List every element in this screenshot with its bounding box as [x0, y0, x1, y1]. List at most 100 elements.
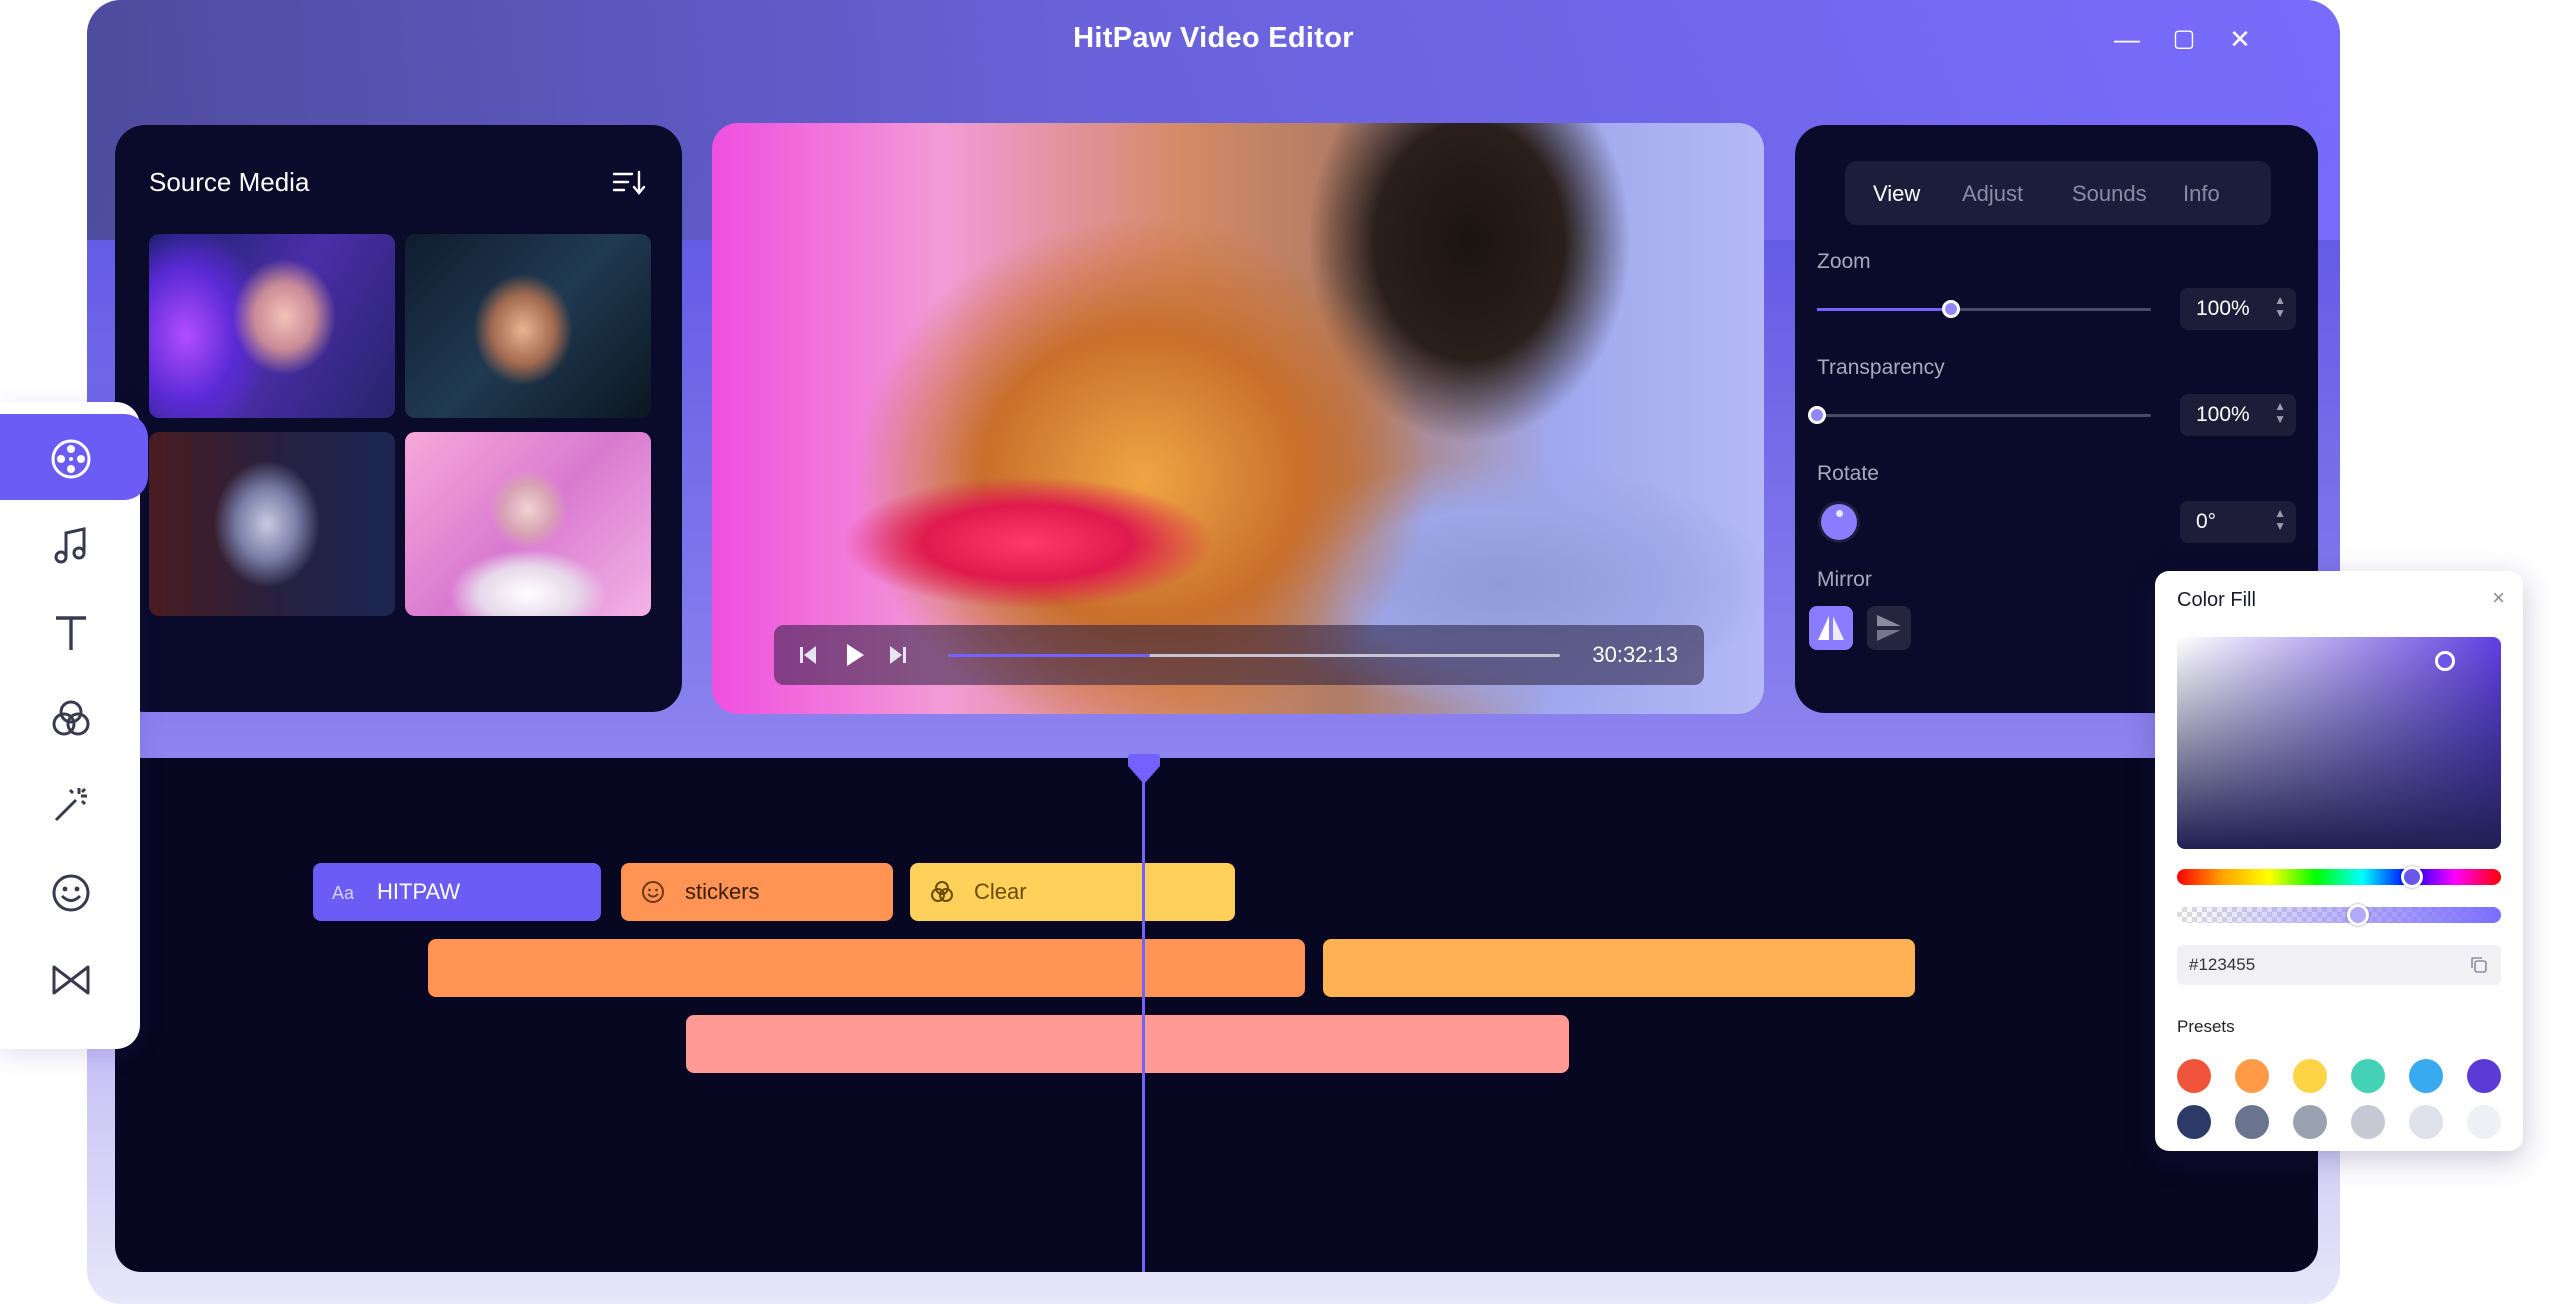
media-tool[interactable]: [0, 414, 148, 500]
hex-input[interactable]: #123455: [2177, 945, 2501, 985]
filter-tool[interactable]: [0, 674, 140, 760]
minimize-button[interactable]: —: [2112, 24, 2142, 54]
playback-time: 30:32:13: [1592, 642, 1678, 667]
preset-swatch[interactable]: [2467, 1105, 2501, 1139]
transitions-tool[interactable]: [0, 935, 140, 1021]
bowtie-icon: [52, 965, 90, 995]
filter-circles-icon: [52, 700, 90, 736]
left-toolbar: [0, 402, 148, 1049]
zoom-value-field[interactable]: 100% ▲ ▼: [2180, 288, 2296, 330]
tab-info[interactable]: Info: [2183, 181, 2220, 207]
zoom-label: Zoom: [1817, 250, 1871, 273]
thumbnail-man-glasses[interactable]: [405, 234, 651, 418]
playback-progress-track[interactable]: [948, 654, 1560, 657]
tab-adjust[interactable]: Adjust: [1962, 181, 2023, 207]
zoom-stepper[interactable]: ▲ ▼: [2274, 294, 2286, 320]
film-reel-icon: [51, 439, 91, 479]
hex-value: #123455: [2189, 955, 2256, 974]
transparency-value: 100%: [2196, 403, 2250, 426]
step-forward-icon[interactable]: [882, 641, 910, 669]
hue-slider-knob[interactable]: [2401, 866, 2423, 888]
saturation-value-knob[interactable]: [2435, 651, 2455, 671]
preset-swatch[interactable]: [2235, 1105, 2269, 1139]
rotate-value: 0°: [2196, 510, 2217, 533]
opacity-slider-knob[interactable]: [2347, 904, 2369, 926]
playback-progress-fill: [948, 654, 1150, 657]
transparency-label: Transparency: [1817, 356, 1945, 379]
mirror-label: Mirror: [1817, 568, 1872, 591]
audio-tool[interactable]: [0, 501, 140, 587]
sticker-clip[interactable]: stickers: [621, 863, 893, 921]
stickers-tool[interactable]: [0, 848, 140, 934]
music-note-icon: [54, 527, 86, 564]
transparency-slider[interactable]: [1808, 406, 2151, 424]
hue-slider[interactable]: [2177, 866, 2501, 888]
effects-tool[interactable]: [0, 760, 140, 846]
source-media-panel: Source Media: [115, 125, 682, 712]
preset-swatch[interactable]: [2467, 1059, 2501, 1093]
timeline-panel: Aa HITPAW stickers Clear: [115, 758, 2318, 1272]
transparency-stepper[interactable]: ▲ ▼: [2274, 400, 2286, 426]
sticker-clip-label: stickers: [685, 879, 760, 904]
tab-view[interactable]: View: [1873, 181, 1920, 207]
zoom-slider-knob[interactable]: [1941, 300, 1960, 318]
mirror-horizontal-icon[interactable]: [1809, 606, 1853, 650]
sticker-face-icon: [52, 874, 90, 912]
thumbnail-pink-woman[interactable]: [405, 432, 651, 616]
color-fill-close-icon[interactable]: ×: [2492, 585, 2505, 611]
text-clip-label: HITPAW: [377, 879, 461, 904]
properties-tabs: View Adjust Sounds Info: [1845, 161, 2271, 225]
zoom-slider-fill: [1817, 308, 1951, 311]
color-fill-title: Color Fill: [2177, 589, 2256, 611]
video-preview[interactable]: 30:32:13: [712, 123, 1764, 714]
filter-clip[interactable]: Clear: [910, 863, 1235, 921]
rotate-dial[interactable]: [1821, 504, 1857, 540]
color-fill-popup: Color Fill × #123455 Presets: [2155, 571, 2523, 1151]
close-button[interactable]: ✕: [2225, 24, 2255, 54]
transparency-slider-knob[interactable]: [1808, 406, 1826, 424]
filter-icon: [931, 881, 953, 902]
preset-swatch[interactable]: [2351, 1105, 2385, 1139]
video-track-clip-2[interactable]: [1323, 939, 1915, 997]
saturation-value-picker[interactable]: [2177, 637, 2501, 849]
copy-icon[interactable]: [2469, 955, 2489, 975]
transparency-value-field[interactable]: 100% ▲ ▼: [2180, 394, 2296, 436]
mirror-vertical-icon[interactable]: [1867, 606, 1911, 650]
filter-clip-label: Clear: [974, 879, 1027, 904]
preset-swatch[interactable]: [2235, 1059, 2269, 1093]
text-clip[interactable]: Aa HITPAW: [313, 863, 601, 921]
svg-text:Aa: Aa: [332, 883, 355, 903]
zoom-slider[interactable]: [1817, 300, 2151, 318]
playback-controls: 30:32:13: [774, 625, 1704, 685]
video-track-clip-1[interactable]: [428, 939, 1305, 997]
source-media-title: Source Media: [149, 167, 310, 197]
app-title: HitPaw Video Editor: [1073, 22, 1354, 54]
step-back-icon[interactable]: [796, 641, 824, 669]
preset-swatch[interactable]: [2409, 1105, 2443, 1139]
text-icon: Aa: [332, 883, 355, 903]
rotate-stepper[interactable]: ▲ ▼: [2274, 507, 2286, 533]
presets-label: Presets: [2177, 1017, 2235, 1036]
thumbnail-neon-woman[interactable]: [149, 234, 395, 418]
preset-swatch[interactable]: [2177, 1105, 2211, 1139]
opacity-slider[interactable]: [2177, 904, 2501, 926]
preset-swatch[interactable]: [2409, 1059, 2443, 1093]
tab-sounds[interactable]: Sounds: [2072, 181, 2147, 207]
preset-swatch[interactable]: [2351, 1059, 2385, 1093]
preset-swatch[interactable]: [2177, 1059, 2211, 1093]
rotate-value-field[interactable]: 0° ▲ ▼: [2180, 501, 2296, 543]
thumbnail-woman-glasses[interactable]: [149, 432, 395, 616]
audio-track-clip[interactable]: [686, 1015, 1569, 1073]
text-tool[interactable]: [0, 588, 140, 674]
sort-icon[interactable]: [612, 169, 646, 197]
sticker-icon: [642, 881, 664, 903]
playhead-handle-icon[interactable]: [1124, 754, 1164, 790]
playhead-line: [1142, 758, 1145, 1272]
maximize-button[interactable]: ▢: [2169, 24, 2199, 54]
text-t-icon: [56, 616, 86, 650]
play-icon[interactable]: [840, 641, 868, 669]
preset-swatch[interactable]: [2293, 1059, 2327, 1093]
rotate-label: Rotate: [1817, 462, 1879, 485]
preset-swatch[interactable]: [2293, 1105, 2327, 1139]
magic-wand-icon: [54, 787, 87, 822]
